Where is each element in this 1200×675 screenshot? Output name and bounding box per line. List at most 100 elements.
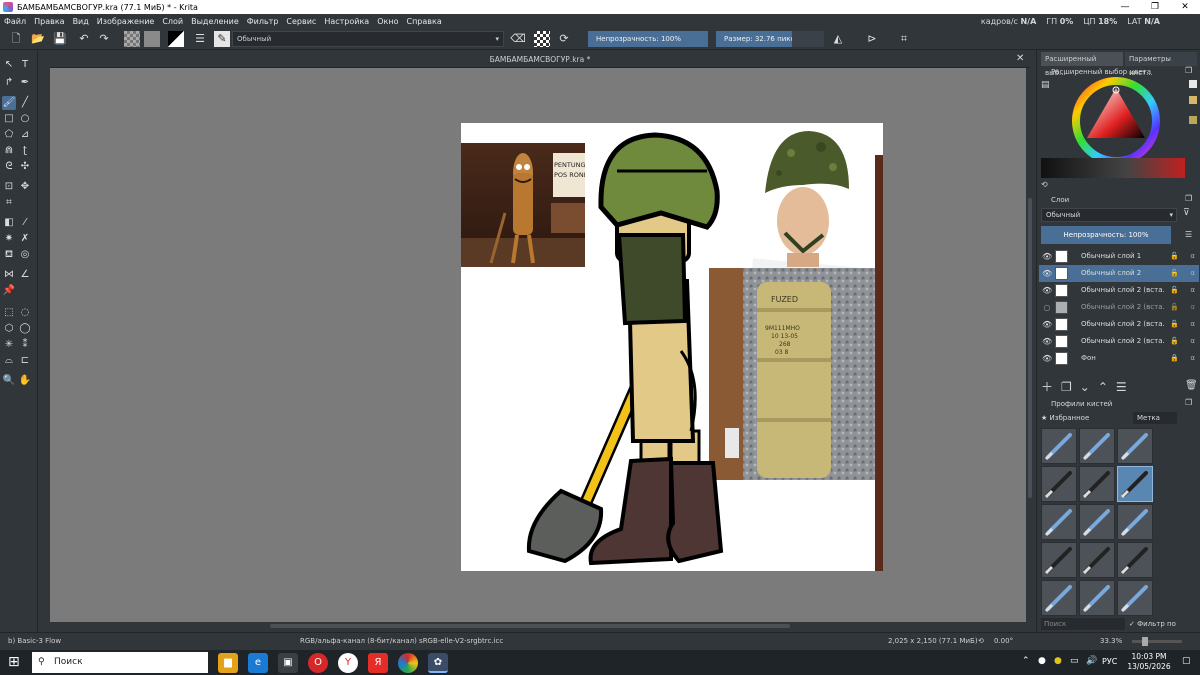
opacity-slider[interactable]: Непрозрачность: 100% — [588, 31, 708, 47]
color-history-swatch[interactable] — [1189, 80, 1197, 88]
menu-window[interactable]: Окно — [373, 17, 402, 26]
layer-row[interactable]: 👁 Обычный слой 2 (вста... 🔓 α — [1039, 316, 1199, 333]
color-wheel[interactable] — [1071, 76, 1161, 166]
eye-icon[interactable]: 👁 — [1042, 333, 1052, 350]
similar-select-icon[interactable]: ⁑ — [18, 338, 32, 352]
gradient-selector-icon[interactable] — [124, 31, 140, 47]
yandex-app-icon[interactable]: Я — [368, 653, 388, 673]
contiguous-select-icon[interactable]: ✳ — [2, 338, 16, 352]
wrap-around-icon[interactable]: ⌗ — [896, 31, 912, 47]
network-icon[interactable]: ▭ — [1070, 656, 1079, 666]
eye-closed-icon[interactable]: ○ — [1042, 299, 1052, 316]
menu-image[interactable]: Изображение — [93, 17, 159, 26]
add-layer-icon[interactable]: ＋ — [1041, 380, 1061, 394]
brush-search-input[interactable]: Поиск — [1041, 618, 1125, 630]
text-tool-icon[interactable]: T — [18, 58, 32, 72]
brush-preset-item[interactable] — [1117, 466, 1153, 502]
close-window-button[interactable]: ✕ — [1170, 0, 1200, 14]
float-panel-icon[interactable]: ❐ — [1185, 66, 1192, 75]
reload-preset-icon[interactable]: ⟳ — [556, 31, 572, 47]
horizontal-scroll-thumb[interactable] — [270, 624, 790, 628]
bezier-select-icon[interactable]: ⌓ — [2, 354, 16, 368]
undo-icon[interactable]: ↶ — [76, 31, 92, 47]
alpha-lock-icon[interactable]: α — [1190, 282, 1195, 299]
canvas-document[interactable]: PENTUNGA POS RONDA FUZED 9М111МНО 10 13-… — [461, 123, 883, 571]
eye-icon[interactable]: 👁 — [1042, 282, 1052, 299]
dynamic-brush-icon[interactable]: ᘓ — [2, 160, 16, 174]
colorize-mask-icon[interactable]: ✗ — [18, 232, 32, 246]
color-history-swatch[interactable] — [1189, 116, 1197, 124]
color-settings-icon[interactable]: ▤ — [1041, 80, 1050, 90]
brush-preset-item[interactable] — [1041, 542, 1077, 578]
unlock-icon[interactable]: 🔓 — [1170, 316, 1179, 333]
horizontal-scrollbar[interactable] — [50, 622, 1026, 630]
opera-browser-icon[interactable]: O — [308, 653, 328, 673]
magnetic-select-icon[interactable]: ⊏ — [18, 354, 32, 368]
tab-advanced-color[interactable]: Расширенный выб... — [1041, 52, 1123, 77]
brush-preset-item[interactable] — [1079, 428, 1115, 464]
crop-icon[interactable]: ⊡ — [2, 180, 16, 194]
brush-preset-item[interactable] — [1079, 580, 1115, 616]
alpha-lock-icon[interactable]: α — [1190, 350, 1195, 367]
new-document-icon[interactable]: 🗋 — [8, 31, 24, 47]
float-layers-icon[interactable]: ❐ — [1185, 194, 1192, 203]
menu-select[interactable]: Выделение — [187, 17, 243, 26]
language-indicator[interactable]: РУС — [1102, 657, 1117, 666]
minimize-button[interactable]: — — [1110, 0, 1140, 14]
tray-app-icon[interactable]: ● — [1054, 656, 1062, 666]
polygon-tool-icon[interactable]: ⬠ — [2, 128, 16, 142]
layer-row[interactable]: 👁 Обычный слой 2 (вста... 🔓 α — [1039, 333, 1199, 350]
alpha-lock-icon[interactable]: α — [1190, 316, 1195, 333]
edit-shapes-icon[interactable]: ↱ — [2, 76, 16, 90]
preserve-alpha-icon[interactable] — [534, 31, 550, 47]
unlock-icon[interactable]: 🔓 — [1170, 248, 1179, 265]
brush-preset-item[interactable] — [1041, 504, 1077, 540]
close-document-icon[interactable]: ✕ — [1016, 53, 1024, 64]
size-slider[interactable]: Размер: 32.76 пикс. — [716, 31, 824, 47]
freehand-select-icon[interactable]: ◯ — [18, 322, 32, 336]
ellipse-tool-icon[interactable]: ○ — [18, 112, 32, 126]
fill-tool-icon[interactable]: ⛾ — [2, 248, 16, 262]
layer-row[interactable]: 👁 Обычный слой 2 (вста... 🔓 α — [1039, 282, 1199, 299]
krita-taskbar-icon[interactable]: ✿ — [428, 653, 448, 673]
brush-preset-item[interactable] — [1117, 504, 1153, 540]
taskbar-search-input[interactable]: ⚲ Поиск — [32, 652, 208, 673]
filter-icon[interactable]: ⊽ — [1183, 208, 1190, 218]
bezier-tool-icon[interactable]: ⋒ — [2, 144, 16, 158]
transform-icon[interactable]: ⌗ — [2, 196, 16, 210]
unlock-icon[interactable]: 🔓 — [1170, 282, 1179, 299]
layer-row[interactable]: 👁 Фон 🔒 α — [1039, 350, 1199, 367]
alpha-lock-icon[interactable]: α — [1190, 248, 1195, 265]
menu-settings[interactable]: Настройка — [320, 17, 373, 26]
fg-bg-color-icon[interactable] — [168, 31, 184, 47]
yandex-browser-icon[interactable]: Y — [338, 653, 358, 673]
select-shapes-icon[interactable]: ↖ — [2, 58, 16, 72]
layer-properties-icon[interactable]: ☰ — [1116, 380, 1135, 394]
delete-layer-icon[interactable]: 🗑 — [1185, 380, 1198, 391]
document-tab[interactable]: БАМБАМБАМСВОГУР.kra * ✕ — [50, 52, 1030, 68]
brush-preset-item[interactable] — [1079, 504, 1115, 540]
maximize-button[interactable]: ❐ — [1140, 0, 1170, 14]
zoom-tool-icon[interactable]: 🔍 — [2, 374, 16, 388]
redo-icon[interactable]: ↷ — [96, 31, 112, 47]
notifications-icon[interactable]: ▢ — [1182, 656, 1191, 666]
smart-patch-icon[interactable]: ✷ — [2, 232, 16, 246]
eraser-mode-icon[interactable]: ⌫ — [510, 31, 526, 47]
clock[interactable]: 10:03 PM 13/05/2026 — [1124, 652, 1174, 672]
layer-row[interactable]: ○ Обычный слой 2 (вста... 🔓 α — [1039, 299, 1199, 316]
tray-app-icon[interactable]: ● — [1038, 656, 1046, 666]
line-tool-icon[interactable]: ╱ — [18, 96, 32, 110]
multibrush-icon[interactable]: ✣ — [18, 160, 32, 174]
unlock-icon[interactable]: 🔓 — [1170, 333, 1179, 350]
menu-tools[interactable]: Сервис — [282, 17, 320, 26]
enclose-fill-icon[interactable]: ◎ — [18, 248, 32, 262]
brush-preset-icon[interactable]: ✎ — [214, 31, 230, 47]
alpha-lock-icon[interactable]: α — [1190, 333, 1195, 350]
zoom-status[interactable]: 33.3% — [1100, 637, 1122, 645]
layer-blend-dropdown[interactable]: Обычный ▾ — [1041, 208, 1177, 222]
alpha-lock-icon[interactable]: α — [1190, 299, 1195, 316]
menu-help[interactable]: Справка — [402, 17, 445, 26]
blend-mode-dropdown[interactable]: Обычный ▾ — [232, 31, 504, 47]
brush-preset-item[interactable] — [1117, 580, 1153, 616]
polyline-tool-icon[interactable]: ⊿ — [18, 128, 32, 142]
